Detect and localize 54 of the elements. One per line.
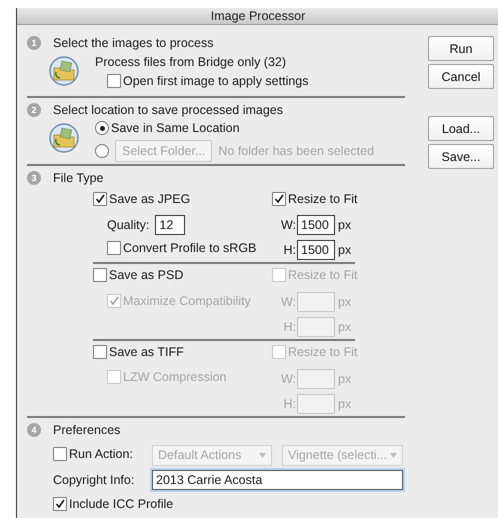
step-number: 4 — [27, 422, 41, 437]
section-title: Select the images to process — [53, 36, 214, 50]
open-first-checkbox[interactable]: Open first image to apply settings — [107, 74, 309, 88]
dialog-button[interactable]: Cancel — [428, 64, 494, 89]
check-icon — [109, 296, 119, 306]
step-number: 1 — [27, 36, 41, 50]
section-title: Preferences — [53, 422, 120, 437]
dimension-field[interactable] — [297, 292, 335, 312]
location-radio[interactable]: Save in Same Location — [95, 121, 240, 135]
unit-label: px — [338, 294, 352, 308]
dimension-label: H: — [282, 320, 297, 334]
dimension-label: H: — [282, 242, 297, 256]
dimension-label: W: — [280, 372, 297, 386]
dimension-field[interactable]: 1500 — [297, 240, 335, 260]
folder-icon — [49, 56, 79, 86]
check-icon — [274, 194, 284, 204]
window-title: Image Processor — [17, 8, 498, 25]
format-checkbox[interactable]: Save as TIFF — [93, 345, 184, 359]
settings-button[interactable]: Load... — [428, 116, 494, 141]
step-number: 3 — [27, 171, 41, 185]
check-icon — [95, 194, 105, 204]
dimension-label: W: — [280, 218, 297, 232]
dimension-field[interactable] — [297, 368, 335, 388]
unit-label: px — [338, 372, 352, 386]
quality-field[interactable]: 12 — [155, 214, 186, 234]
format-checkbox[interactable]: Save as JPEG — [93, 192, 190, 206]
copyright-label: Copyright Info: — [53, 472, 136, 487]
option-checkbox[interactable]: Convert Profile to sRGB — [107, 241, 256, 255]
icc-profile-checkbox[interactable]: Include ICC Profile — [53, 497, 174, 512]
dimension-field[interactable] — [297, 394, 335, 414]
settings-button[interactable]: Save... — [428, 144, 494, 169]
copyright-field[interactable]: 2013 Carrie Acosta — [152, 470, 403, 490]
dimension-field[interactable]: 1500 — [297, 214, 335, 234]
quality-label: Quality: — [107, 218, 150, 232]
step-number: 2 — [27, 103, 41, 118]
source-info: Process files from Bridge only (32) — [95, 54, 286, 68]
unit-label: px — [338, 242, 352, 256]
check-icon — [55, 499, 65, 510]
folder-icon — [49, 123, 79, 153]
folder-note: No folder has been selected — [218, 144, 374, 158]
caret-icon — [390, 452, 397, 458]
unit-label: px — [338, 396, 352, 410]
unit-label: px — [338, 320, 352, 334]
location-radio[interactable] — [95, 144, 109, 158]
dimension-field[interactable] — [297, 316, 335, 336]
section-title: File Type — [53, 171, 104, 185]
section-title: Select location to save processed images — [53, 103, 283, 118]
format-checkbox[interactable]: Save as PSD — [93, 268, 184, 282]
dialog-button[interactable]: Run — [428, 36, 494, 61]
resize-checkbox[interactable]: Resize to Fit — [272, 192, 358, 206]
dimension-label: W: — [280, 294, 297, 308]
caret-icon — [259, 452, 266, 458]
unit-label: px — [338, 218, 352, 232]
dimension-label: H: — [282, 396, 297, 410]
